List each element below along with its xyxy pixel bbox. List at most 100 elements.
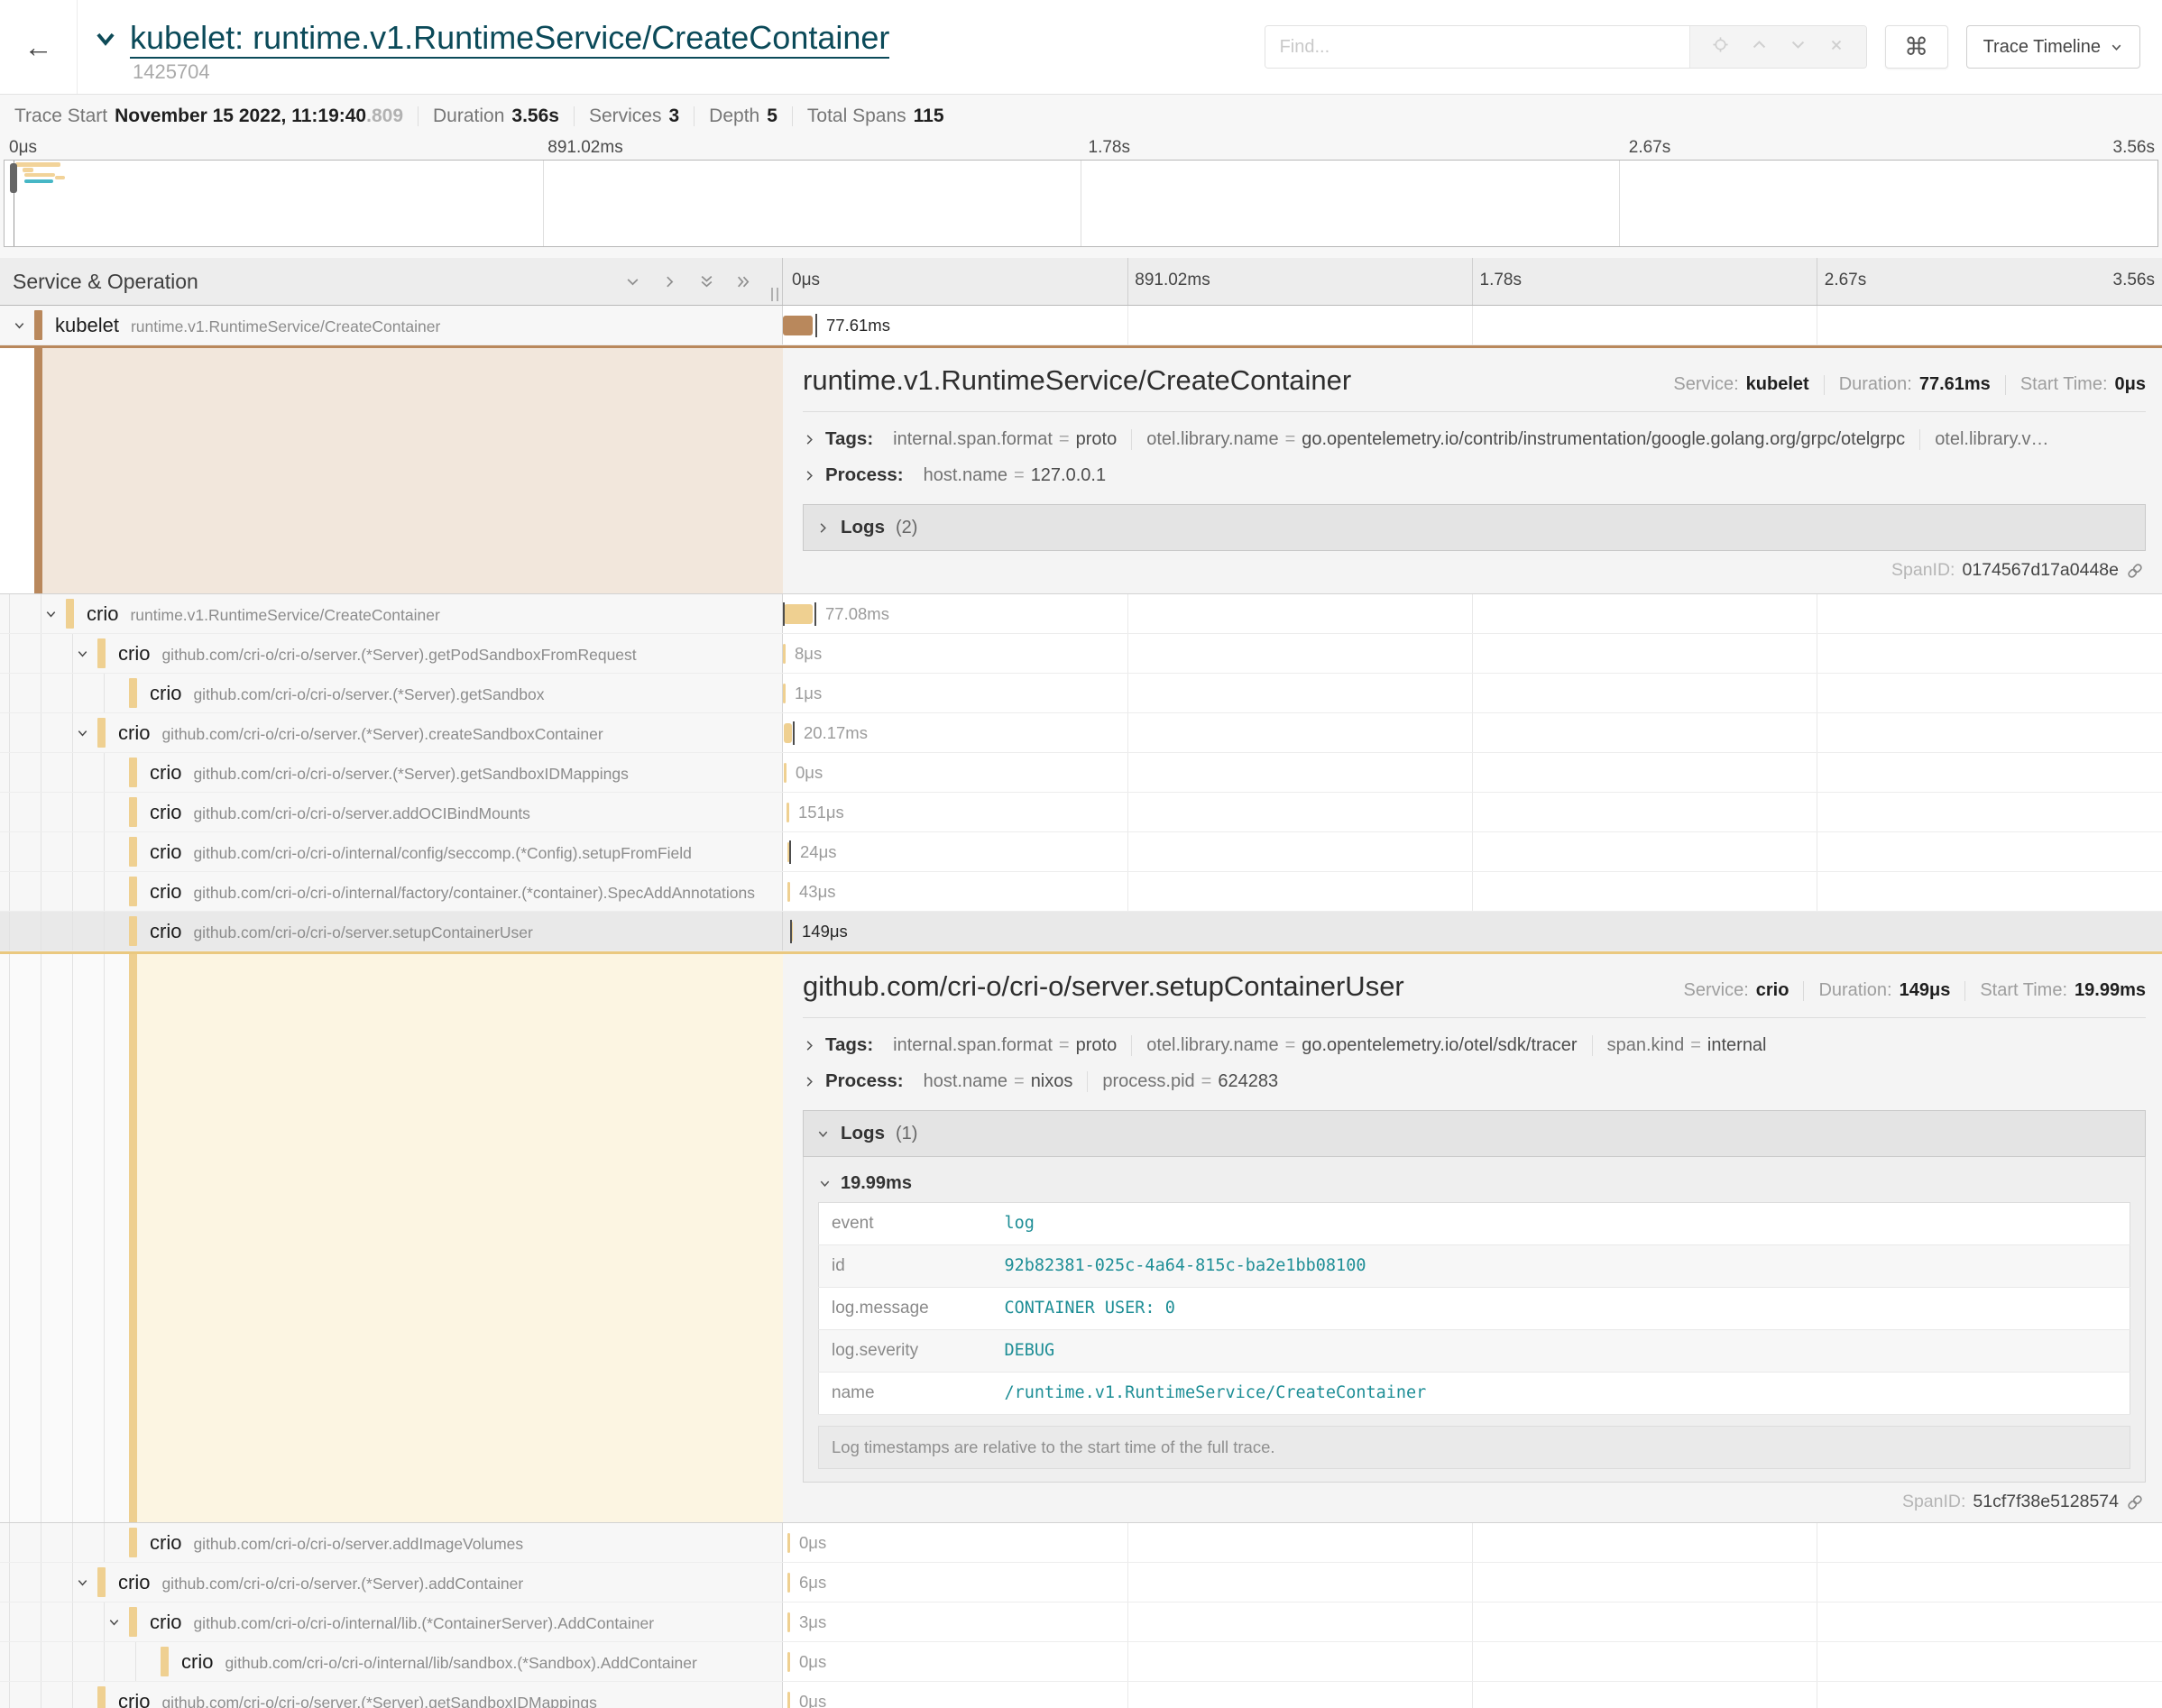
column-resizer-handle[interactable] bbox=[771, 288, 778, 301]
span-name-cell[interactable]: criogithub.com/cri-o/cri-o/internal/lib/… bbox=[0, 1642, 783, 1681]
logs-toggle-bar[interactable]: Logs (1) bbox=[803, 1110, 2146, 1157]
span-row[interactable]: criogithub.com/cri-o/cri-o/server.addOCI… bbox=[0, 793, 2162, 832]
logs-toggle-bar[interactable]: Logs (2) bbox=[803, 504, 2146, 551]
span-name-cell[interactable]: criogithub.com/cri-o/cri-o/server.setupC… bbox=[0, 912, 783, 950]
locate-icon[interactable] bbox=[1712, 36, 1729, 58]
span-timeline-cell[interactable]: 77.08ms bbox=[783, 594, 2162, 633]
span-name-cell[interactable]: criogithub.com/cri-o/cri-o/internal/lib.… bbox=[0, 1602, 783, 1641]
span-row[interactable]: criogithub.com/cri-o/cri-o/server.(*Serv… bbox=[0, 674, 2162, 713]
span-timeline-cell[interactable]: 0μs bbox=[783, 1642, 2162, 1681]
span-timeline-cell[interactable]: 20.17ms bbox=[783, 713, 2162, 752]
span-row[interactable]: criogithub.com/cri-o/cri-o/internal/fact… bbox=[0, 872, 2162, 912]
span-bar[interactable] bbox=[784, 604, 813, 624]
span-timeline-cell[interactable]: 24μs bbox=[783, 832, 2162, 871]
span-timeline-cell[interactable]: 151μs bbox=[783, 793, 2162, 831]
process-row[interactable]: Process: host.name=nixosprocess.pid=6242… bbox=[803, 1063, 2146, 1099]
span-bar[interactable] bbox=[784, 723, 792, 743]
span-name-cell[interactable]: criogithub.com/cri-o/cri-o/internal/fact… bbox=[0, 872, 783, 911]
collapse-one-level-chevron-right-icon[interactable] bbox=[662, 274, 677, 289]
tree-guide bbox=[72, 634, 73, 673]
log-field-row[interactable]: id92b82381-025c-4a64-815c-ba2e1bb08100 bbox=[819, 1245, 2130, 1288]
span-timeline-cell[interactable]: 77.61ms bbox=[783, 306, 2162, 344]
span-timeline-cell[interactable]: 0μs bbox=[783, 1682, 2162, 1708]
span-bar[interactable] bbox=[787, 1652, 790, 1672]
span-bar[interactable] bbox=[787, 1533, 790, 1553]
chevron-down-icon[interactable] bbox=[76, 1575, 89, 1589]
span-row[interactable]: criogithub.com/cri-o/cri-o/server.(*Serv… bbox=[0, 1682, 2162, 1708]
log-entry-header[interactable]: 19.99ms bbox=[818, 1164, 2130, 1202]
span-row[interactable]: criogithub.com/cri-o/cri-o/server.(*Serv… bbox=[0, 753, 2162, 793]
trace-collapse-chevron-down-icon[interactable] bbox=[94, 27, 117, 51]
tree-guide bbox=[72, 1563, 73, 1602]
span-timeline-cell[interactable]: 1μs bbox=[783, 674, 2162, 712]
span-row[interactable]: criogithub.com/cri-o/cri-o/server.addIma… bbox=[0, 1523, 2162, 1563]
span-name-cell[interactable]: criogithub.com/cri-o/cri-o/server.(*Serv… bbox=[0, 1682, 783, 1708]
span-bar[interactable] bbox=[787, 803, 789, 822]
span-bar[interactable] bbox=[784, 763, 787, 783]
span-name-cell[interactable]: criogithub.com/cri-o/cri-o/server.(*Serv… bbox=[0, 1563, 783, 1602]
span-row[interactable]: kubeletruntime.v1.RuntimeService/CreateC… bbox=[0, 306, 2162, 345]
find-clear-close-icon[interactable] bbox=[1828, 37, 1845, 58]
span-row[interactable]: crioruntime.v1.RuntimeService/CreateCont… bbox=[0, 594, 2162, 634]
process-row[interactable]: Process: host.name=127.0.0.1 bbox=[803, 457, 2146, 493]
span-name-cell[interactable]: criogithub.com/cri-o/cri-o/server.addIma… bbox=[0, 1523, 783, 1562]
minimap-drag-handle[interactable] bbox=[10, 163, 17, 193]
span-bar[interactable] bbox=[787, 1612, 790, 1632]
deep-link-icon[interactable] bbox=[2126, 562, 2144, 580]
span-row[interactable]: criogithub.com/cri-o/cri-o/internal/conf… bbox=[0, 832, 2162, 872]
tags-row[interactable]: Tags: internal.span.format=protootel.lib… bbox=[803, 421, 2146, 457]
find-next-chevron-down-icon[interactable] bbox=[1789, 36, 1807, 58]
trace-title-link[interactable]: kubelet: runtime.v1.RuntimeService/Creat… bbox=[130, 19, 889, 58]
span-timeline-cell[interactable]: 0μs bbox=[783, 1523, 2162, 1562]
span-name-cell[interactable]: criogithub.com/cri-o/cri-o/server.(*Serv… bbox=[0, 634, 783, 673]
span-row[interactable]: criogithub.com/cri-o/cri-o/server.(*Serv… bbox=[0, 1563, 2162, 1602]
tags-row[interactable]: Tags: internal.span.format=protootel.lib… bbox=[803, 1027, 2146, 1063]
span-name-cell[interactable]: criogithub.com/cri-o/cri-o/server.(*Serv… bbox=[0, 713, 783, 752]
log-field-row[interactable]: log.severityDEBUG bbox=[819, 1330, 2130, 1373]
span-timeline-cell[interactable]: 149μs bbox=[783, 912, 2162, 950]
span-row[interactable]: criogithub.com/cri-o/cri-o/internal/lib/… bbox=[0, 1642, 2162, 1682]
span-name-cell[interactable]: criogithub.com/cri-o/cri-o/server.addOCI… bbox=[0, 793, 783, 831]
span-bar[interactable] bbox=[783, 684, 786, 703]
back-button[interactable]: ← bbox=[0, 0, 78, 94]
span-name-cell[interactable]: criogithub.com/cri-o/cri-o/server.(*Serv… bbox=[0, 674, 783, 712]
span-row[interactable]: criogithub.com/cri-o/cri-o/server.(*Serv… bbox=[0, 634, 2162, 674]
span-bar[interactable] bbox=[787, 1692, 790, 1708]
log-field-row[interactable]: log.messageCONTAINER USER: 0 bbox=[819, 1288, 2130, 1330]
trace-minimap[interactable] bbox=[4, 160, 2158, 247]
span-bar[interactable] bbox=[783, 316, 813, 335]
span-bar[interactable] bbox=[787, 1573, 790, 1593]
collapse-all-double-chevron-right-icon[interactable] bbox=[736, 274, 751, 289]
chevron-down-icon[interactable] bbox=[107, 1615, 121, 1629]
chevron-down-icon[interactable] bbox=[13, 318, 26, 332]
expand-one-level-chevron-down-icon[interactable] bbox=[625, 274, 640, 289]
find-input[interactable] bbox=[1265, 26, 1689, 68]
span-name-cell[interactable]: criogithub.com/cri-o/cri-o/internal/conf… bbox=[0, 832, 783, 871]
span-bar[interactable] bbox=[783, 644, 786, 664]
span-row[interactable]: criogithub.com/cri-o/cri-o/server.(*Serv… bbox=[0, 713, 2162, 753]
span-timeline-cell[interactable]: 3μs bbox=[783, 1602, 2162, 1641]
span-name-cell[interactable]: kubeletruntime.v1.RuntimeService/CreateC… bbox=[0, 306, 783, 344]
find-prev-chevron-up-icon[interactable] bbox=[1751, 36, 1768, 58]
expand-all-double-chevron-down-icon[interactable] bbox=[699, 274, 714, 289]
log-field-row[interactable]: eventlog bbox=[819, 1203, 2130, 1245]
trace-title-block: kubelet: runtime.v1.RuntimeService/Creat… bbox=[94, 10, 889, 83]
span-timeline-cell[interactable]: 6μs bbox=[783, 1563, 2162, 1602]
span-row[interactable]: criogithub.com/cri-o/cri-o/server.setupC… bbox=[0, 912, 2162, 951]
trace-view-selector[interactable]: Trace Timeline bbox=[1966, 25, 2140, 69]
keyboard-shortcuts-button[interactable]: ⌘ bbox=[1885, 25, 1948, 69]
chevron-down-icon[interactable] bbox=[76, 726, 89, 739]
span-row[interactable]: criogithub.com/cri-o/cri-o/internal/lib.… bbox=[0, 1602, 2162, 1642]
span-name-cell[interactable]: criogithub.com/cri-o/cri-o/server.(*Serv… bbox=[0, 753, 783, 792]
trace-start-value: November 15 2022, 11:19:40.809 bbox=[115, 106, 403, 127]
span-name-cell[interactable]: crioruntime.v1.RuntimeService/CreateCont… bbox=[0, 594, 783, 633]
span-timeline-cell[interactable]: 0μs bbox=[783, 753, 2162, 792]
chevron-down-icon[interactable] bbox=[76, 647, 89, 660]
deep-link-icon[interactable] bbox=[2126, 1493, 2144, 1511]
tree-guide bbox=[72, 872, 73, 911]
span-timeline-cell[interactable]: 8μs bbox=[783, 634, 2162, 673]
log-field-row[interactable]: name/runtime.v1.RuntimeService/CreateCon… bbox=[819, 1373, 2130, 1415]
chevron-down-icon[interactable] bbox=[44, 607, 58, 620]
span-timeline-cell[interactable]: 43μs bbox=[783, 872, 2162, 911]
span-bar[interactable] bbox=[787, 882, 790, 902]
